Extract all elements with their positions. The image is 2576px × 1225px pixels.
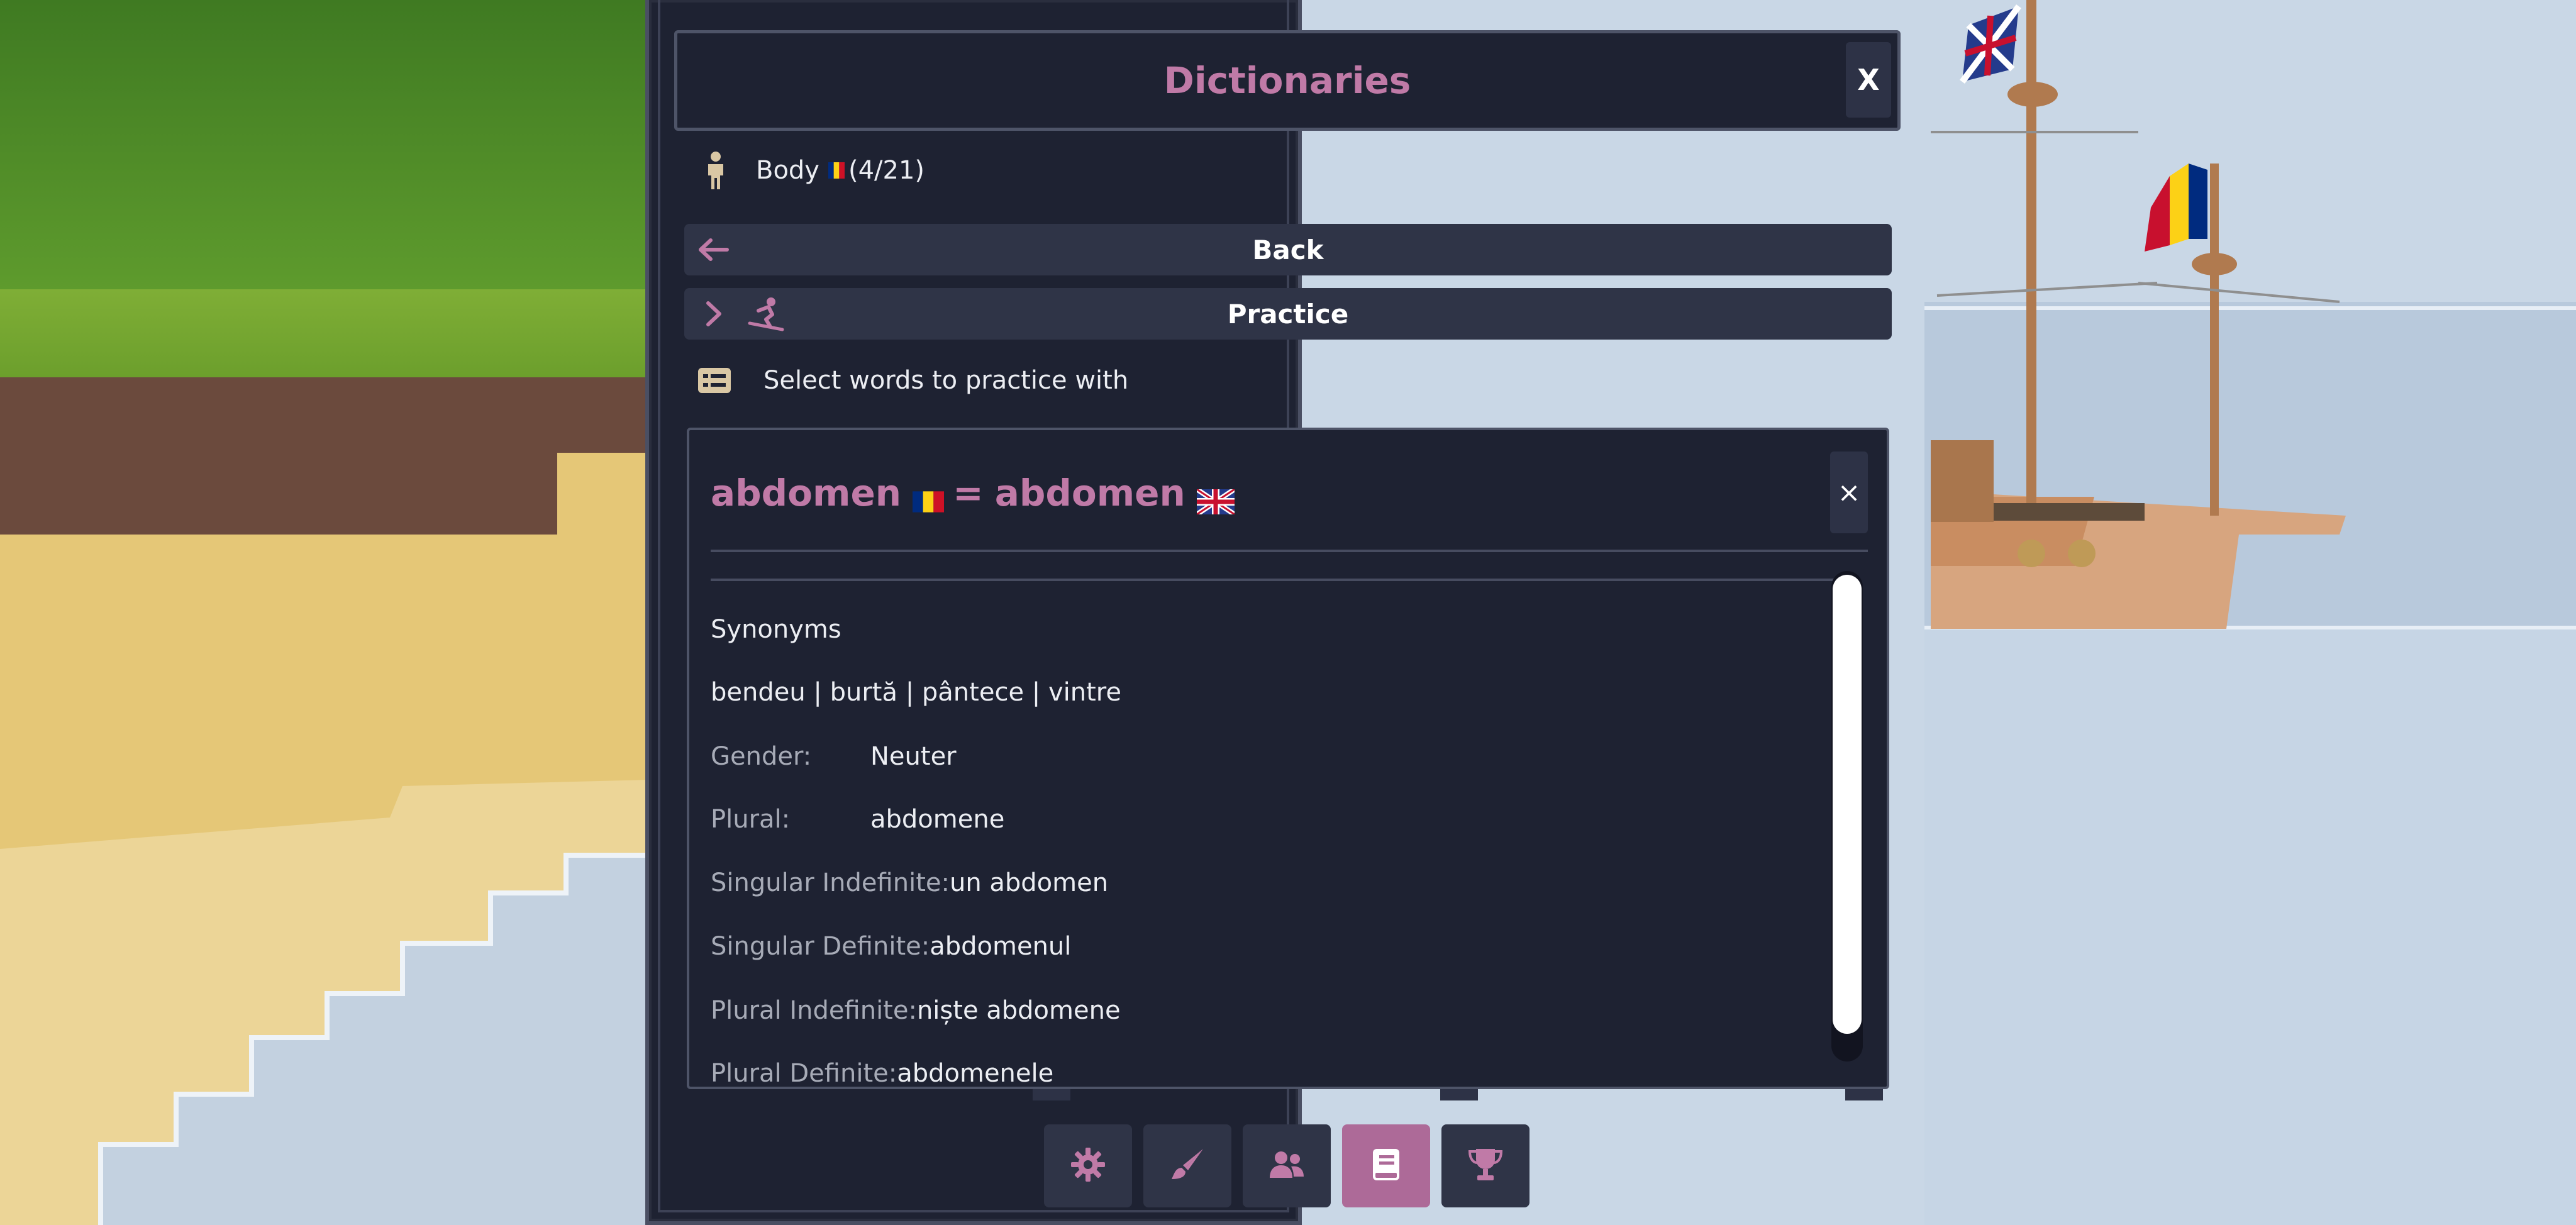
tab-stub	[1033, 1089, 1070, 1100]
back-button[interactable]: Back	[684, 224, 1892, 275]
property-row: Plural: abdomene	[711, 805, 1004, 834]
property-value: un abdomen	[949, 868, 1109, 897]
source-word: abdomen	[711, 472, 902, 514]
users-icon	[1269, 1146, 1305, 1186]
close-panel-button[interactable]: X	[1846, 42, 1891, 118]
customize-button[interactable]	[1143, 1124, 1231, 1207]
scrollbar-thumb[interactable]	[1833, 575, 1862, 1034]
list-card-icon	[697, 365, 732, 396]
word-heading: abdomen = abdomen	[711, 468, 1237, 518]
synonyms-heading: Synonyms	[711, 615, 841, 644]
dictionaries-button[interactable]	[1342, 1124, 1430, 1207]
equals-sign: =	[953, 472, 984, 514]
romanian-flag-icon	[828, 162, 845, 179]
divider	[711, 550, 1868, 552]
category-breadcrumb: Body (4/21)	[703, 148, 1269, 192]
property-key: Plural Definite:	[711, 1059, 897, 1088]
close-word-button[interactable]: ×	[1830, 452, 1868, 533]
synonyms-list: bendeu | burtă | pântece | vintre	[711, 678, 1121, 707]
paintbrush-icon	[1169, 1146, 1206, 1186]
friends-button[interactable]	[1243, 1124, 1331, 1207]
property-value: abdomenele	[897, 1059, 1054, 1088]
achievements-button[interactable]	[1441, 1124, 1530, 1207]
back-button-label: Back	[1252, 234, 1324, 265]
select-words-hint: Select words to practice with	[697, 358, 1128, 402]
property-row: Gender: Neuter	[711, 742, 957, 771]
property-key: Plural:	[711, 805, 791, 834]
gear-icon	[1070, 1146, 1106, 1186]
trophy-icon	[1467, 1146, 1504, 1186]
person-icon	[703, 150, 728, 191]
book-icon	[1368, 1146, 1404, 1186]
property-row: Plural Definite:abdomenele	[711, 1059, 1054, 1088]
property-row: Singular Indefinite:un abdomen	[711, 868, 1108, 897]
category-name: Body	[756, 156, 819, 185]
property-value: abdomene	[870, 805, 1005, 834]
hint-text: Select words to practice with	[763, 366, 1129, 395]
practice-button-label: Practice	[1227, 298, 1349, 330]
property-value: niște abdomene	[916, 996, 1121, 1025]
category-progress: (4/21)	[848, 156, 925, 185]
property-value: Neuter	[870, 742, 957, 771]
property-key: Singular Definite:	[711, 932, 930, 961]
practice-button[interactable]: Practice	[684, 288, 1892, 340]
property-key: Singular Indefinite:	[711, 868, 950, 897]
target-word: abdomen	[994, 472, 1185, 514]
property-value: abdomenul	[930, 932, 1072, 961]
settings-button[interactable]	[1044, 1124, 1132, 1207]
panel-title: Dictionaries	[1163, 59, 1411, 102]
tab-stub	[1440, 1089, 1478, 1100]
property-row: Plural Indefinite:niște abdomene	[711, 996, 1121, 1025]
romanian-flag-icon	[913, 480, 945, 513]
property-row: Singular Definite:abdomenul	[711, 932, 1071, 961]
property-key: Plural Indefinite:	[711, 996, 917, 1025]
panel-header: Dictionaries X	[674, 30, 1901, 131]
word-detail-card: abdomen = abdomen × Synonyms bendeu | bu…	[687, 428, 1889, 1089]
uk-flag-icon	[1195, 480, 1236, 517]
bottom-toolbar	[1044, 1124, 1530, 1207]
property-key: Gender:	[711, 742, 812, 771]
tab-stub	[1845, 1089, 1883, 1100]
divider	[711, 579, 1843, 581]
